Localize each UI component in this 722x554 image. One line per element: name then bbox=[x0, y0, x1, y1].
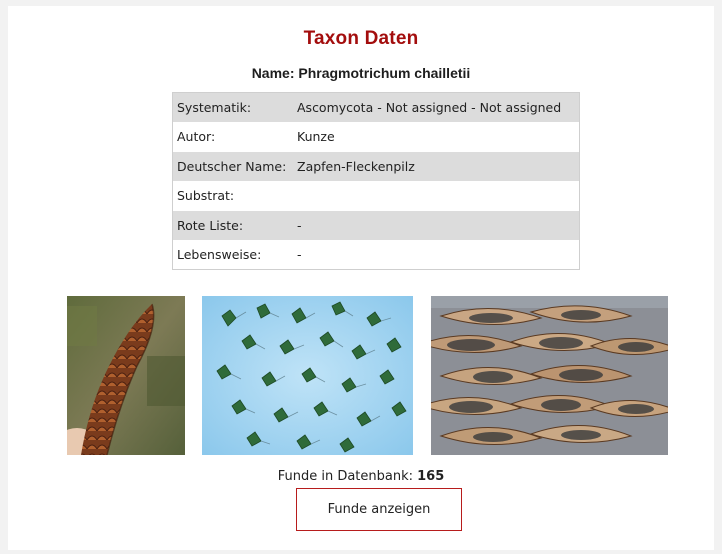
row-key-autor: Autor: bbox=[177, 129, 216, 145]
row-value-lebensweise: - bbox=[297, 247, 302, 262]
funde-count-value: 165 bbox=[417, 469, 445, 484]
microscope-spores-photo[interactable] bbox=[202, 296, 413, 455]
table-row: Lebensweise: - bbox=[172, 240, 580, 270]
spruce-cone-photo[interactable] bbox=[67, 296, 185, 455]
row-value-autor: Kunze bbox=[297, 129, 335, 145]
row-key-deutscher-name: Deutscher Name: bbox=[177, 158, 287, 174]
spruce-cone-image bbox=[67, 296, 185, 455]
taxon-panel: Taxon Daten Name: Phragmotrichum chaille… bbox=[8, 6, 714, 550]
row-key-lebensweise: Lebensweise: bbox=[177, 247, 262, 262]
row-key-rote-liste: Rote Liste: bbox=[177, 217, 244, 233]
table-row: Autor: Kunze bbox=[172, 122, 580, 152]
table-row: Rote Liste: - bbox=[172, 210, 580, 240]
taxon-name-value: Phragmotrichum chailletii bbox=[298, 65, 471, 81]
funde-count-line: Funde in Datenbank: 165 bbox=[8, 469, 714, 484]
taxon-name-label: Name: bbox=[251, 65, 295, 81]
row-key-substrat: Substrat: bbox=[177, 188, 235, 204]
row-key-systematik: Systematik: bbox=[177, 100, 252, 115]
taxon-info-table: Systematik: Ascomycota - Not assigned - … bbox=[172, 92, 580, 270]
row-value-rote-liste: - bbox=[297, 217, 302, 233]
table-row: Deutscher Name: Zapfen-Fleckenpilz bbox=[172, 151, 580, 181]
taxon-name-line: Name: Phragmotrichum chailletii bbox=[8, 65, 714, 81]
row-value-substrat bbox=[293, 181, 580, 211]
funde-anzeigen-button[interactable]: Funde anzeigen bbox=[296, 488, 462, 531]
row-value-deutscher-name: Zapfen-Fleckenpilz bbox=[297, 158, 415, 174]
cone-scales-closeup-photo[interactable] bbox=[431, 296, 668, 455]
table-row: Systematik: Ascomycota - Not assigned - … bbox=[172, 92, 580, 122]
spores-image bbox=[202, 296, 413, 455]
cone-scales-image bbox=[431, 296, 668, 455]
table-row: Substrat: bbox=[172, 181, 580, 211]
funde-count-label: Funde in Datenbank: bbox=[277, 469, 413, 484]
row-value-systematik: Ascomycota - Not assigned - Not assigned bbox=[297, 100, 562, 115]
page-title: Taxon Daten bbox=[303, 28, 419, 49]
